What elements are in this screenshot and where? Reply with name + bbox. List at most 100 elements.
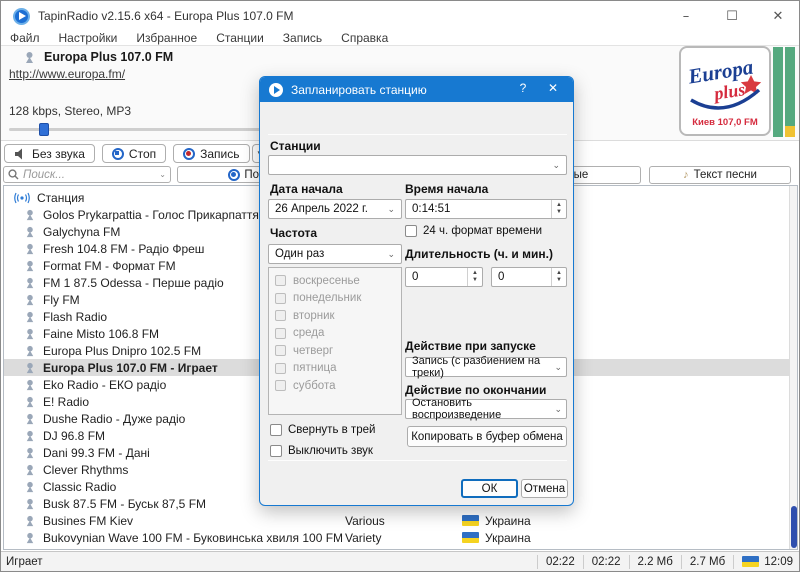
dialog-title-bar[interactable]: Запланировать станцию ? ✕ bbox=[260, 77, 573, 102]
station-icon bbox=[26, 51, 33, 63]
ukraine-flag-icon bbox=[742, 556, 760, 567]
station-icon bbox=[24, 345, 36, 357]
start-time-label: Время начала bbox=[405, 182, 489, 196]
speaker-icon bbox=[15, 148, 22, 159]
start-time-spinner[interactable]: 0:14:51 ▲ ▼ bbox=[405, 199, 567, 219]
checkbox-icon[interactable] bbox=[270, 445, 282, 457]
menu-item-4[interactable]: Запись bbox=[283, 31, 322, 45]
maximize-button[interactable]: ☐ bbox=[709, 1, 755, 31]
dialog-app-icon bbox=[269, 82, 283, 97]
checkbox-icon bbox=[275, 292, 286, 304]
station-icon bbox=[24, 396, 36, 408]
checkbox-icon bbox=[275, 345, 286, 357]
broadcast-icon bbox=[14, 192, 30, 203]
frequency-combobox[interactable]: Один раз ⌄ bbox=[268, 244, 402, 264]
station-row[interactable]: Boykivska Dumka 90 FM - Сколівські Бески… bbox=[4, 546, 797, 550]
vu-meter-left bbox=[773, 47, 783, 137]
station-name: Fresh 104.8 FM - Радіо Фреш bbox=[43, 241, 205, 256]
station-icon bbox=[24, 226, 36, 238]
copy-to-clipboard-button[interactable]: Копировать в буфер обмена bbox=[407, 426, 567, 447]
duration-minutes-spinner[interactable]: 0 ▲ ▼ bbox=[491, 267, 567, 287]
stations-combobox[interactable]: ⌄ bbox=[268, 155, 567, 175]
app-logo-icon bbox=[13, 7, 30, 25]
chevron-down-icon: ⌄ bbox=[552, 159, 560, 170]
station-list-header[interactable]: Станция bbox=[4, 189, 84, 206]
duration-label: Длительность (ч. и мин.) bbox=[405, 247, 553, 261]
schedule-station-dialog: Запланировать станцию ? ✕ Станции ⌄ Дата… bbox=[259, 76, 574, 506]
now-playing-panel-button[interactable]: По bbox=[177, 166, 263, 183]
weekday-item-0: воскресенье bbox=[275, 272, 401, 290]
dialog-help-button[interactable]: ? bbox=[515, 81, 531, 95]
end-action-label: Действие по окончании bbox=[405, 383, 547, 397]
station-name: Europa Plus 107.0 FM - Играет bbox=[43, 360, 218, 375]
checkbox-icon[interactable] bbox=[270, 424, 282, 436]
weekday-listbox[interactable]: воскресенье понедельник вторник среда четвер… bbox=[268, 267, 402, 415]
list-scrollbar[interactable] bbox=[789, 186, 797, 549]
station-icon bbox=[24, 294, 36, 306]
station-country: Украина bbox=[462, 531, 531, 545]
mute-sound-checkbox[interactable]: Выключить звук bbox=[270, 445, 373, 457]
cancel-button[interactable]: Отмена bbox=[521, 479, 568, 498]
divider bbox=[268, 134, 567, 135]
volume-slider-handle[interactable] bbox=[39, 123, 49, 136]
station-row[interactable]: Busines FM Kiev Various Украина bbox=[4, 512, 797, 529]
search-input[interactable]: Поиск... ⌄ bbox=[3, 166, 171, 183]
start-action-combobox[interactable]: Запись (с разбиением на треки) ⌄ bbox=[405, 355, 567, 379]
chevron-down-icon: ⌄ bbox=[554, 403, 562, 414]
now-playing-station: Europa Plus 107.0 FM bbox=[44, 50, 174, 64]
station-icon bbox=[24, 243, 36, 255]
menu-item-3[interactable]: Станции bbox=[216, 31, 264, 45]
ukraine-flag-icon bbox=[462, 549, 479, 550]
end-action-combobox[interactable]: Остановить воспроизведение ⌄ bbox=[405, 397, 567, 421]
ukraine-flag-icon bbox=[462, 532, 479, 543]
menu-item-2[interactable]: Избранное bbox=[136, 31, 197, 45]
status-cell-1: 02:22 bbox=[582, 554, 629, 569]
station-icon bbox=[24, 549, 36, 550]
station-url-link[interactable]: http://www.europa.fm/ bbox=[9, 67, 125, 81]
lyrics-button[interactable]: ♪ Текст песни bbox=[649, 166, 791, 184]
station-icon bbox=[24, 209, 36, 221]
station-name: Bukovynian Wave 100 FM - Буковинська хви… bbox=[43, 530, 344, 545]
station-icon bbox=[24, 430, 36, 442]
station-country: Украина bbox=[462, 548, 531, 550]
stop-button[interactable]: Стоп bbox=[101, 144, 167, 163]
station-name: Boykivska Dumka 90 FM - Сколівські Бески… bbox=[43, 548, 330, 550]
music-note-icon: ♪ bbox=[683, 169, 689, 181]
menu-item-0[interactable]: Файл bbox=[10, 31, 40, 45]
record-icon bbox=[183, 147, 196, 160]
stations-label: Станции bbox=[270, 139, 321, 153]
checkbox-icon[interactable] bbox=[405, 225, 417, 237]
station-country: Украина bbox=[462, 514, 531, 528]
ok-button[interactable]: ОК bbox=[461, 479, 518, 498]
chevron-down-icon[interactable]: ⌄ bbox=[159, 170, 166, 179]
mute-button[interactable]: Без звука bbox=[4, 144, 95, 163]
weekday-item-2: вторник bbox=[275, 307, 401, 325]
station-name: Eko Radio - ЕКО радіо bbox=[43, 377, 167, 392]
start-date-combobox[interactable]: 26 Апрель 2022 г. ⌄ bbox=[268, 199, 402, 219]
station-row[interactable]: Bukovynian Wave 100 FM - Буковинська хви… bbox=[4, 529, 797, 546]
volume-slider[interactable] bbox=[9, 123, 299, 136]
spinner-arrows-icon[interactable]: ▲ ▼ bbox=[551, 268, 566, 286]
menu-item-1[interactable]: Настройки bbox=[59, 31, 118, 45]
spinner-arrows-icon[interactable]: ▲ ▼ bbox=[467, 268, 482, 286]
record-button[interactable]: Запись bbox=[173, 144, 250, 163]
menu-item-5[interactable]: Справка bbox=[341, 31, 388, 45]
scrollbar-thumb[interactable] bbox=[791, 506, 797, 548]
weekday-item-5: пятница bbox=[275, 360, 401, 378]
spinner-arrows-icon[interactable]: ▲ ▼ bbox=[551, 200, 566, 218]
close-button[interactable]: ✕ bbox=[755, 1, 799, 31]
duration-hours-spinner[interactable]: 0 ▲ ▼ bbox=[405, 267, 483, 287]
checkbox-icon bbox=[275, 310, 286, 322]
minimize-button[interactable]: – bbox=[663, 1, 709, 31]
weekday-item-1: понедельник bbox=[275, 290, 401, 308]
24h-format-checkbox[interactable]: 24 ч. формат времени bbox=[405, 225, 542, 237]
app-window: TapinRadio v2.15.6 x64 - Europa Plus 107… bbox=[0, 0, 800, 572]
minimize-to-tray-checkbox[interactable]: Свернуть в трей bbox=[270, 424, 375, 436]
station-icon bbox=[24, 379, 36, 391]
weekday-item-4: четверг bbox=[275, 342, 401, 360]
chevron-down-icon: ⌄ bbox=[554, 361, 562, 372]
station-icon bbox=[24, 328, 36, 340]
checkbox-icon bbox=[275, 275, 286, 287]
checkbox-icon bbox=[275, 327, 286, 339]
dialog-close-button[interactable]: ✕ bbox=[545, 81, 561, 95]
